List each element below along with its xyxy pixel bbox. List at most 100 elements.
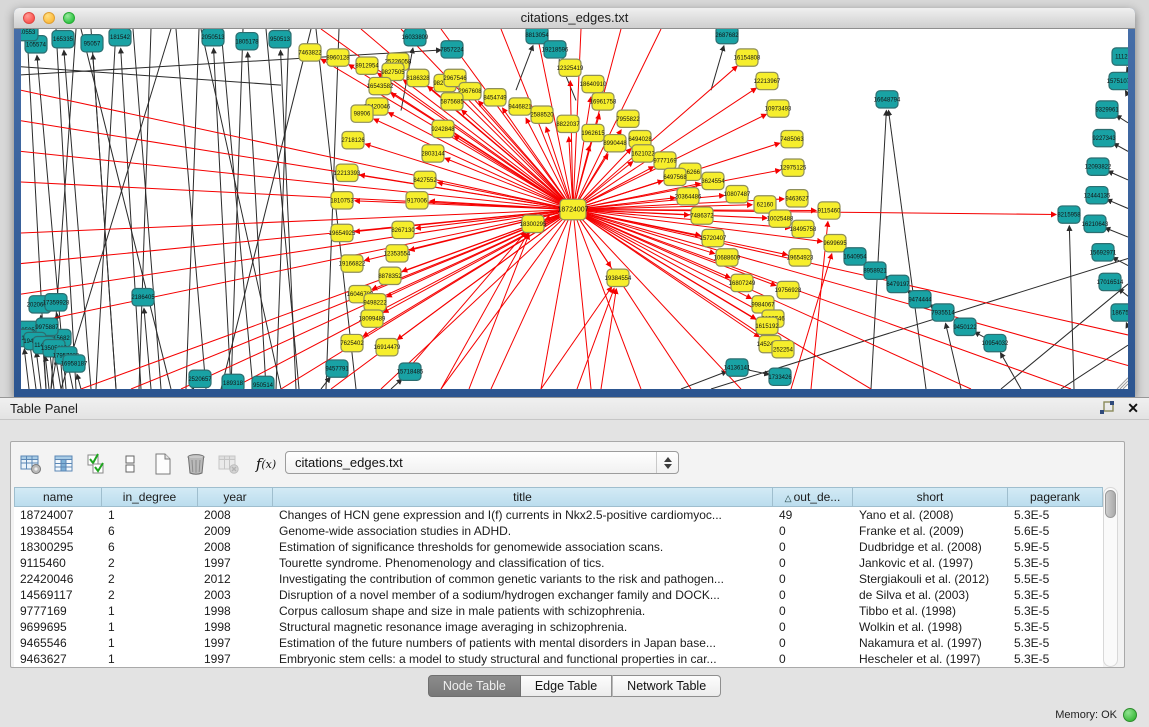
- table-cell[interactable]: Nakamura et al. (1997): [853, 635, 1008, 651]
- table-cell[interactable]: 1998: [198, 619, 273, 635]
- graph-node-19756928[interactable]: 19756928: [775, 281, 802, 298]
- graph-node-9699695[interactable]: 9699695: [823, 234, 847, 251]
- table-cell[interactable]: 5.3E-5: [1008, 619, 1103, 635]
- graph-node-15718485[interactable]: 15718485: [397, 363, 424, 380]
- table-row[interactable]: 1830029562008Estimation of significance …: [14, 539, 1103, 555]
- graph-node-17359928[interactable]: 17359928: [43, 294, 70, 311]
- table-cell[interactable]: 22420046: [14, 571, 102, 587]
- graph-node-1615192[interactable]: 1615192: [755, 317, 779, 334]
- graph-node-2803144[interactable]: 2803144: [421, 145, 445, 162]
- table-row[interactable]: 969969511998Structural magnetic resonanc…: [14, 619, 1103, 635]
- minimize-window-button[interactable]: [43, 12, 55, 24]
- table-cell[interactable]: Estimation of significance thresholds fo…: [273, 539, 773, 555]
- table-cell[interactable]: 1997: [198, 635, 273, 651]
- graph-node-16154808[interactable]: 16154808: [734, 49, 761, 66]
- table-cell[interactable]: Hescheler et al. (1997): [853, 651, 1008, 667]
- graph-node-2687682[interactable]: 2687682: [715, 29, 739, 44]
- graph-node-18640910[interactable]: 18640910: [580, 75, 607, 92]
- graph-node-15720407[interactable]: 15720407: [700, 229, 727, 246]
- table-cell[interactable]: 2: [102, 571, 198, 587]
- graph-node-16961758[interactable]: 16961758: [590, 93, 617, 110]
- delete-column-icon[interactable]: [216, 451, 242, 477]
- table-cell[interactable]: 1: [102, 603, 198, 619]
- table-cell[interactable]: 1997: [198, 555, 273, 571]
- scrollbar-thumb[interactable]: [1105, 490, 1116, 518]
- close-panel-icon[interactable]: ✕: [1127, 401, 1139, 415]
- table-cell[interactable]: Investigating the contribution of common…: [273, 571, 773, 587]
- tab-network-table[interactable]: Network Table: [612, 675, 721, 697]
- table-cell[interactable]: 2: [102, 587, 198, 603]
- table-cell[interactable]: 9115460: [14, 555, 102, 571]
- table-cell[interactable]: Genome-wide association studies in ADHD.: [273, 523, 773, 539]
- table-cell[interactable]: 6: [102, 523, 198, 539]
- table-cell[interactable]: 5.3E-5: [1008, 507, 1103, 523]
- memory-status-indicator[interactable]: [1123, 708, 1137, 722]
- table-cell[interactable]: 18300295: [14, 539, 102, 555]
- column-header-in_degree[interactable]: in_degree: [102, 487, 198, 507]
- table-cell[interactable]: Dudbridge et al. (2008): [853, 539, 1008, 555]
- table-cell[interactable]: 0: [773, 603, 853, 619]
- graph-node-7935514[interactable]: 7935514: [931, 304, 955, 321]
- graph-node-8215958[interactable]: 8215958: [1057, 206, 1081, 223]
- graph-node-18495758[interactable]: 18495758: [790, 220, 817, 237]
- table-cell[interactable]: 0: [773, 539, 853, 555]
- graph-node-165335[interactable]: 165335: [52, 31, 74, 48]
- graph-node-1733426[interactable]: 1733426: [768, 368, 792, 385]
- table-cell[interactable]: 5.3E-5: [1008, 555, 1103, 571]
- graph-node-189318[interactable]: 189318: [222, 374, 244, 389]
- table-cell[interactable]: 6: [102, 539, 198, 555]
- table-cell[interactable]: 9699695: [14, 619, 102, 635]
- graph-node-12213393[interactable]: 12213393: [334, 164, 361, 181]
- table-cell[interactable]: 1: [102, 635, 198, 651]
- graph-node-186753[interactable]: 186753: [1111, 304, 1128, 321]
- table-select-dropdown[interactable]: citations_edges.txt: [285, 451, 679, 474]
- delete-table-icon[interactable]: [183, 451, 209, 477]
- table-cell[interactable]: 5.5E-5: [1008, 571, 1103, 587]
- graph-node-8878352[interactable]: 8878352: [378, 267, 402, 284]
- graph-node-15692971[interactable]: 15692971: [1090, 244, 1117, 261]
- graph-node-10688609[interactable]: 10688609: [714, 249, 741, 266]
- column-header-short[interactable]: short: [853, 487, 1008, 507]
- graph-node-6497568[interactable]: 6497568: [663, 168, 687, 185]
- graph-node-8958921[interactable]: 8958921: [863, 262, 887, 279]
- table-cell[interactable]: 0: [773, 587, 853, 603]
- graph-node-10025488[interactable]: 10025488: [767, 210, 794, 227]
- graph-node-12325419[interactable]: 12325419: [557, 59, 584, 76]
- table-cell[interactable]: 0: [773, 523, 853, 539]
- tab-node-table[interactable]: Node Table: [428, 675, 521, 697]
- graph-node-15751074[interactable]: 15751074: [1107, 72, 1128, 89]
- unselect-rows-icon[interactable]: [117, 451, 143, 477]
- graph-node-7486372[interactable]: 7486372: [690, 207, 714, 224]
- table-cell[interactable]: 5.3E-5: [1008, 603, 1103, 619]
- table-cell[interactable]: 5.3E-5: [1008, 587, 1103, 603]
- graph-node-2050513[interactable]: 2050513: [201, 29, 225, 46]
- table-cell[interactable]: Structural magnetic resonance image aver…: [273, 619, 773, 635]
- graph-node-8960128[interactable]: 8960128: [326, 49, 350, 66]
- graph-node-16210643[interactable]: 16210643: [1082, 215, 1109, 232]
- table-cell[interactable]: 1997: [198, 651, 273, 667]
- close-window-button[interactable]: [23, 12, 35, 24]
- graph-node-1805178[interactable]: 1805178: [235, 33, 259, 50]
- table-cell[interactable]: Jankovic et al. (1997): [853, 555, 1008, 571]
- graph-node-8912954[interactable]: 8912954: [355, 57, 379, 74]
- graph-node-18099489[interactable]: 18099489: [359, 310, 386, 327]
- table-row[interactable]: 2242004622012Investigating the contribut…: [14, 571, 1103, 587]
- table-cell[interactable]: 1: [102, 619, 198, 635]
- graph-node-252254[interactable]: 252254: [772, 341, 794, 358]
- graph-node-19654923[interactable]: 19654923: [787, 249, 814, 266]
- table-cell[interactable]: Disruption of a novel member of a sodium…: [273, 587, 773, 603]
- graph-node-2718126[interactable]: 2718126: [341, 131, 365, 148]
- graph-node-19654925[interactable]: 19654925: [329, 224, 356, 241]
- graph-node-14136141[interactable]: 14136141: [724, 359, 751, 376]
- create-table-icon[interactable]: [150, 451, 176, 477]
- table-cell[interactable]: 1: [102, 507, 198, 523]
- graph-node-2520657[interactable]: 2520657: [188, 370, 212, 387]
- graph-node-11121[interactable]: 11121: [1112, 48, 1128, 65]
- graph-node-1810753[interactable]: 1810753: [330, 192, 354, 209]
- table-cell[interactable]: 5.6E-5: [1008, 523, 1103, 539]
- graph-node-2186405[interactable]: 2186405: [131, 289, 155, 306]
- graph-node-12975125[interactable]: 12975125: [780, 159, 807, 176]
- table-row[interactable]: 1456911722003Disruption of a novel membe…: [14, 587, 1103, 603]
- graph-node-17016514[interactable]: 17016514: [1097, 273, 1124, 290]
- graph-node-9457791[interactable]: 9457791: [325, 360, 349, 377]
